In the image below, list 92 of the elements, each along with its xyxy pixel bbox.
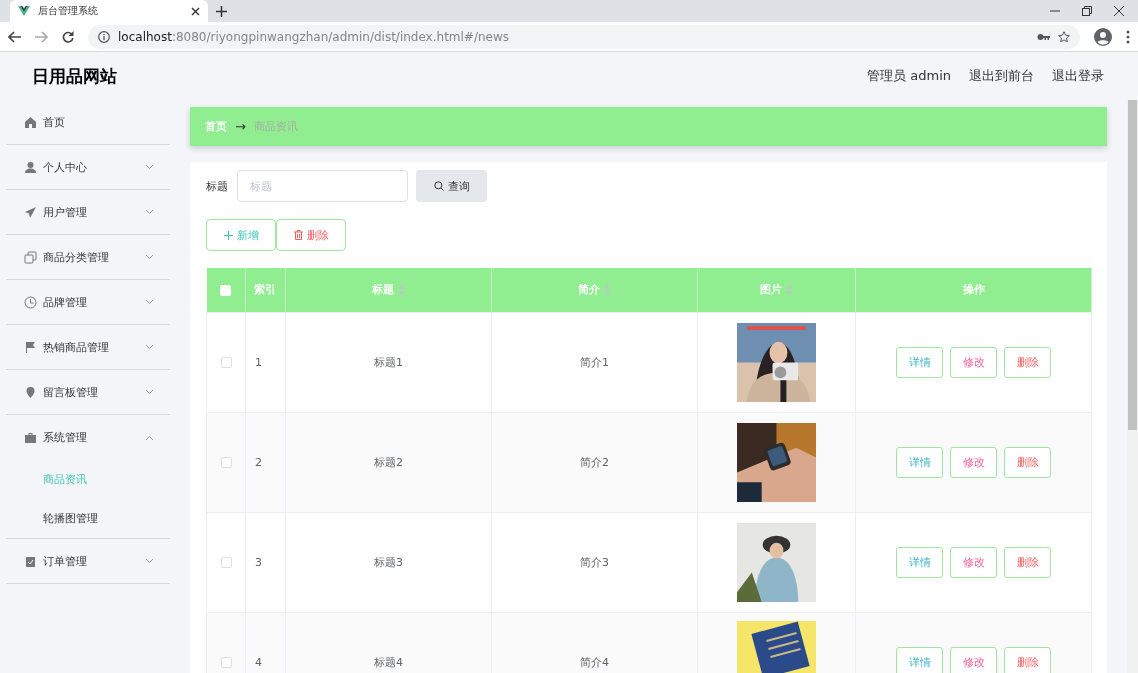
more-menu-icon[interactable] <box>1126 29 1130 44</box>
add-button[interactable]: 新增 <box>206 219 276 251</box>
row-checkbox[interactable] <box>220 457 232 468</box>
search-label: 标题 <box>206 178 228 194</box>
table-cell: 标题1 <box>374 355 403 369</box>
table-cell: 1 <box>255 355 262 369</box>
table-cell: 2 <box>255 455 262 469</box>
table-cell: 标题2 <box>374 455 403 469</box>
table-cell: 3 <box>255 555 262 569</box>
clock-icon <box>24 295 37 309</box>
chevron-down-icon <box>145 558 154 564</box>
delete-button[interactable]: 删除 <box>1004 646 1051 673</box>
select-all-checkbox[interactable] <box>220 284 232 296</box>
search-button[interactable]: 查询 <box>416 170 487 202</box>
sidebar-item[interactable]: 系统管理 <box>6 415 170 460</box>
chevron-down-icon <box>145 164 154 170</box>
home-icon <box>24 115 37 129</box>
sort-icon <box>786 284 793 295</box>
copy-icon <box>24 250 37 264</box>
restore-icon[interactable] <box>1082 6 1092 16</box>
clipboard-check-icon <box>24 554 37 568</box>
edit-button[interactable]: 修改 <box>950 346 997 378</box>
chevron-down-icon <box>145 209 154 215</box>
address-bar[interactable]: localhost:8080/riyongpinwangzhan/admin/dist/index.html#/news <box>88 24 1080 49</box>
breadcrumb-current: 商品资讯 <box>253 119 298 134</box>
edit-button[interactable]: 修改 <box>950 546 997 578</box>
edit-button[interactable]: 修改 <box>950 446 997 478</box>
sidebar-item[interactable]: 品牌管理 <box>6 280 170 325</box>
table-cell: 简介3 <box>580 555 609 569</box>
row-checkbox[interactable] <box>220 657 232 668</box>
table-cell: 简介4 <box>580 655 609 669</box>
plus-icon <box>223 230 233 240</box>
account-icon[interactable] <box>1094 27 1112 46</box>
delete-button[interactable]: 删除 <box>1004 546 1051 578</box>
vue-logo-icon <box>18 6 30 16</box>
row-checkbox[interactable] <box>220 557 232 568</box>
sidebar-item[interactable]: 用户管理 <box>6 190 170 235</box>
details-button[interactable]: 详情 <box>896 446 943 478</box>
sidebar-subitem[interactable]: 轮播图管理 <box>12 499 170 538</box>
site-title: 日用品网站 <box>32 64 118 88</box>
back-arrow-icon[interactable] <box>8 30 21 43</box>
trash-icon <box>293 230 303 240</box>
paper-plane-icon <box>24 205 37 219</box>
chevron-down-icon <box>145 344 154 350</box>
row-checkbox[interactable] <box>220 357 232 368</box>
sidebar-item[interactable]: 商品分类管理 <box>6 235 170 280</box>
scrollbar[interactable] <box>1127 100 1138 673</box>
sort-icon <box>604 284 611 295</box>
column-header: 索引 <box>254 282 276 298</box>
chevron-up-icon <box>145 434 154 441</box>
delete-button[interactable]: 删除 <box>1004 346 1051 378</box>
close-icon[interactable] <box>1114 6 1124 16</box>
location-pin-icon <box>24 385 37 399</box>
star-icon[interactable] <box>1058 30 1070 43</box>
chevron-down-icon <box>145 389 154 395</box>
sidebar-item[interactable]: 留言板管理 <box>6 370 170 415</box>
table-cell: 4 <box>255 655 262 669</box>
breadcrumb-separator: → <box>235 119 246 134</box>
header-link[interactable]: 退出到前台 <box>969 67 1034 85</box>
details-button[interactable]: 详情 <box>896 646 943 673</box>
delete-button[interactable]: 删除 <box>1004 446 1051 478</box>
sidebar-item[interactable]: 个人中心 <box>6 145 170 190</box>
flag-icon <box>24 340 37 354</box>
reload-icon[interactable] <box>62 30 74 43</box>
table-cell: 标题4 <box>374 655 403 669</box>
sidebar-subitem[interactable]: 商品资讯 <box>12 460 170 499</box>
tab-title: 后台管理系统 <box>38 4 99 18</box>
close-icon[interactable] <box>191 6 200 16</box>
sort-icon <box>398 284 405 295</box>
details-button[interactable]: 详情 <box>896 546 943 578</box>
sidebar-item[interactable]: 订单管理 <box>6 539 170 584</box>
header-link[interactable]: 退出登录 <box>1052 67 1104 85</box>
sidebar-item[interactable]: 首页 <box>6 100 170 145</box>
delete-button[interactable]: 删除 <box>276 219 346 251</box>
key-icon[interactable] <box>1037 32 1050 41</box>
browser-tab[interactable]: 后台管理系统 <box>10 0 208 22</box>
info-icon <box>98 30 110 43</box>
chevron-down-icon <box>145 299 154 305</box>
table-cell: 简介2 <box>580 455 609 469</box>
new-tab-icon[interactable] <box>216 6 227 17</box>
edit-button[interactable]: 修改 <box>950 646 997 673</box>
user-icon <box>24 160 37 174</box>
url-text: localhost:8080/riyongpinwangzhan/admin/dist/index.html#/news <box>118 29 510 44</box>
details-button[interactable]: 详情 <box>896 346 943 378</box>
table-cell: 标题3 <box>374 555 403 569</box>
briefcase-icon <box>24 431 37 444</box>
search-icon <box>433 181 444 191</box>
column-header: 操作 <box>962 282 985 298</box>
chevron-down-icon <box>145 254 154 260</box>
user-label: 管理员 admin <box>867 67 951 85</box>
table-cell: 简介1 <box>580 355 609 369</box>
sidebar-item[interactable]: 热销商品管理 <box>6 325 170 370</box>
